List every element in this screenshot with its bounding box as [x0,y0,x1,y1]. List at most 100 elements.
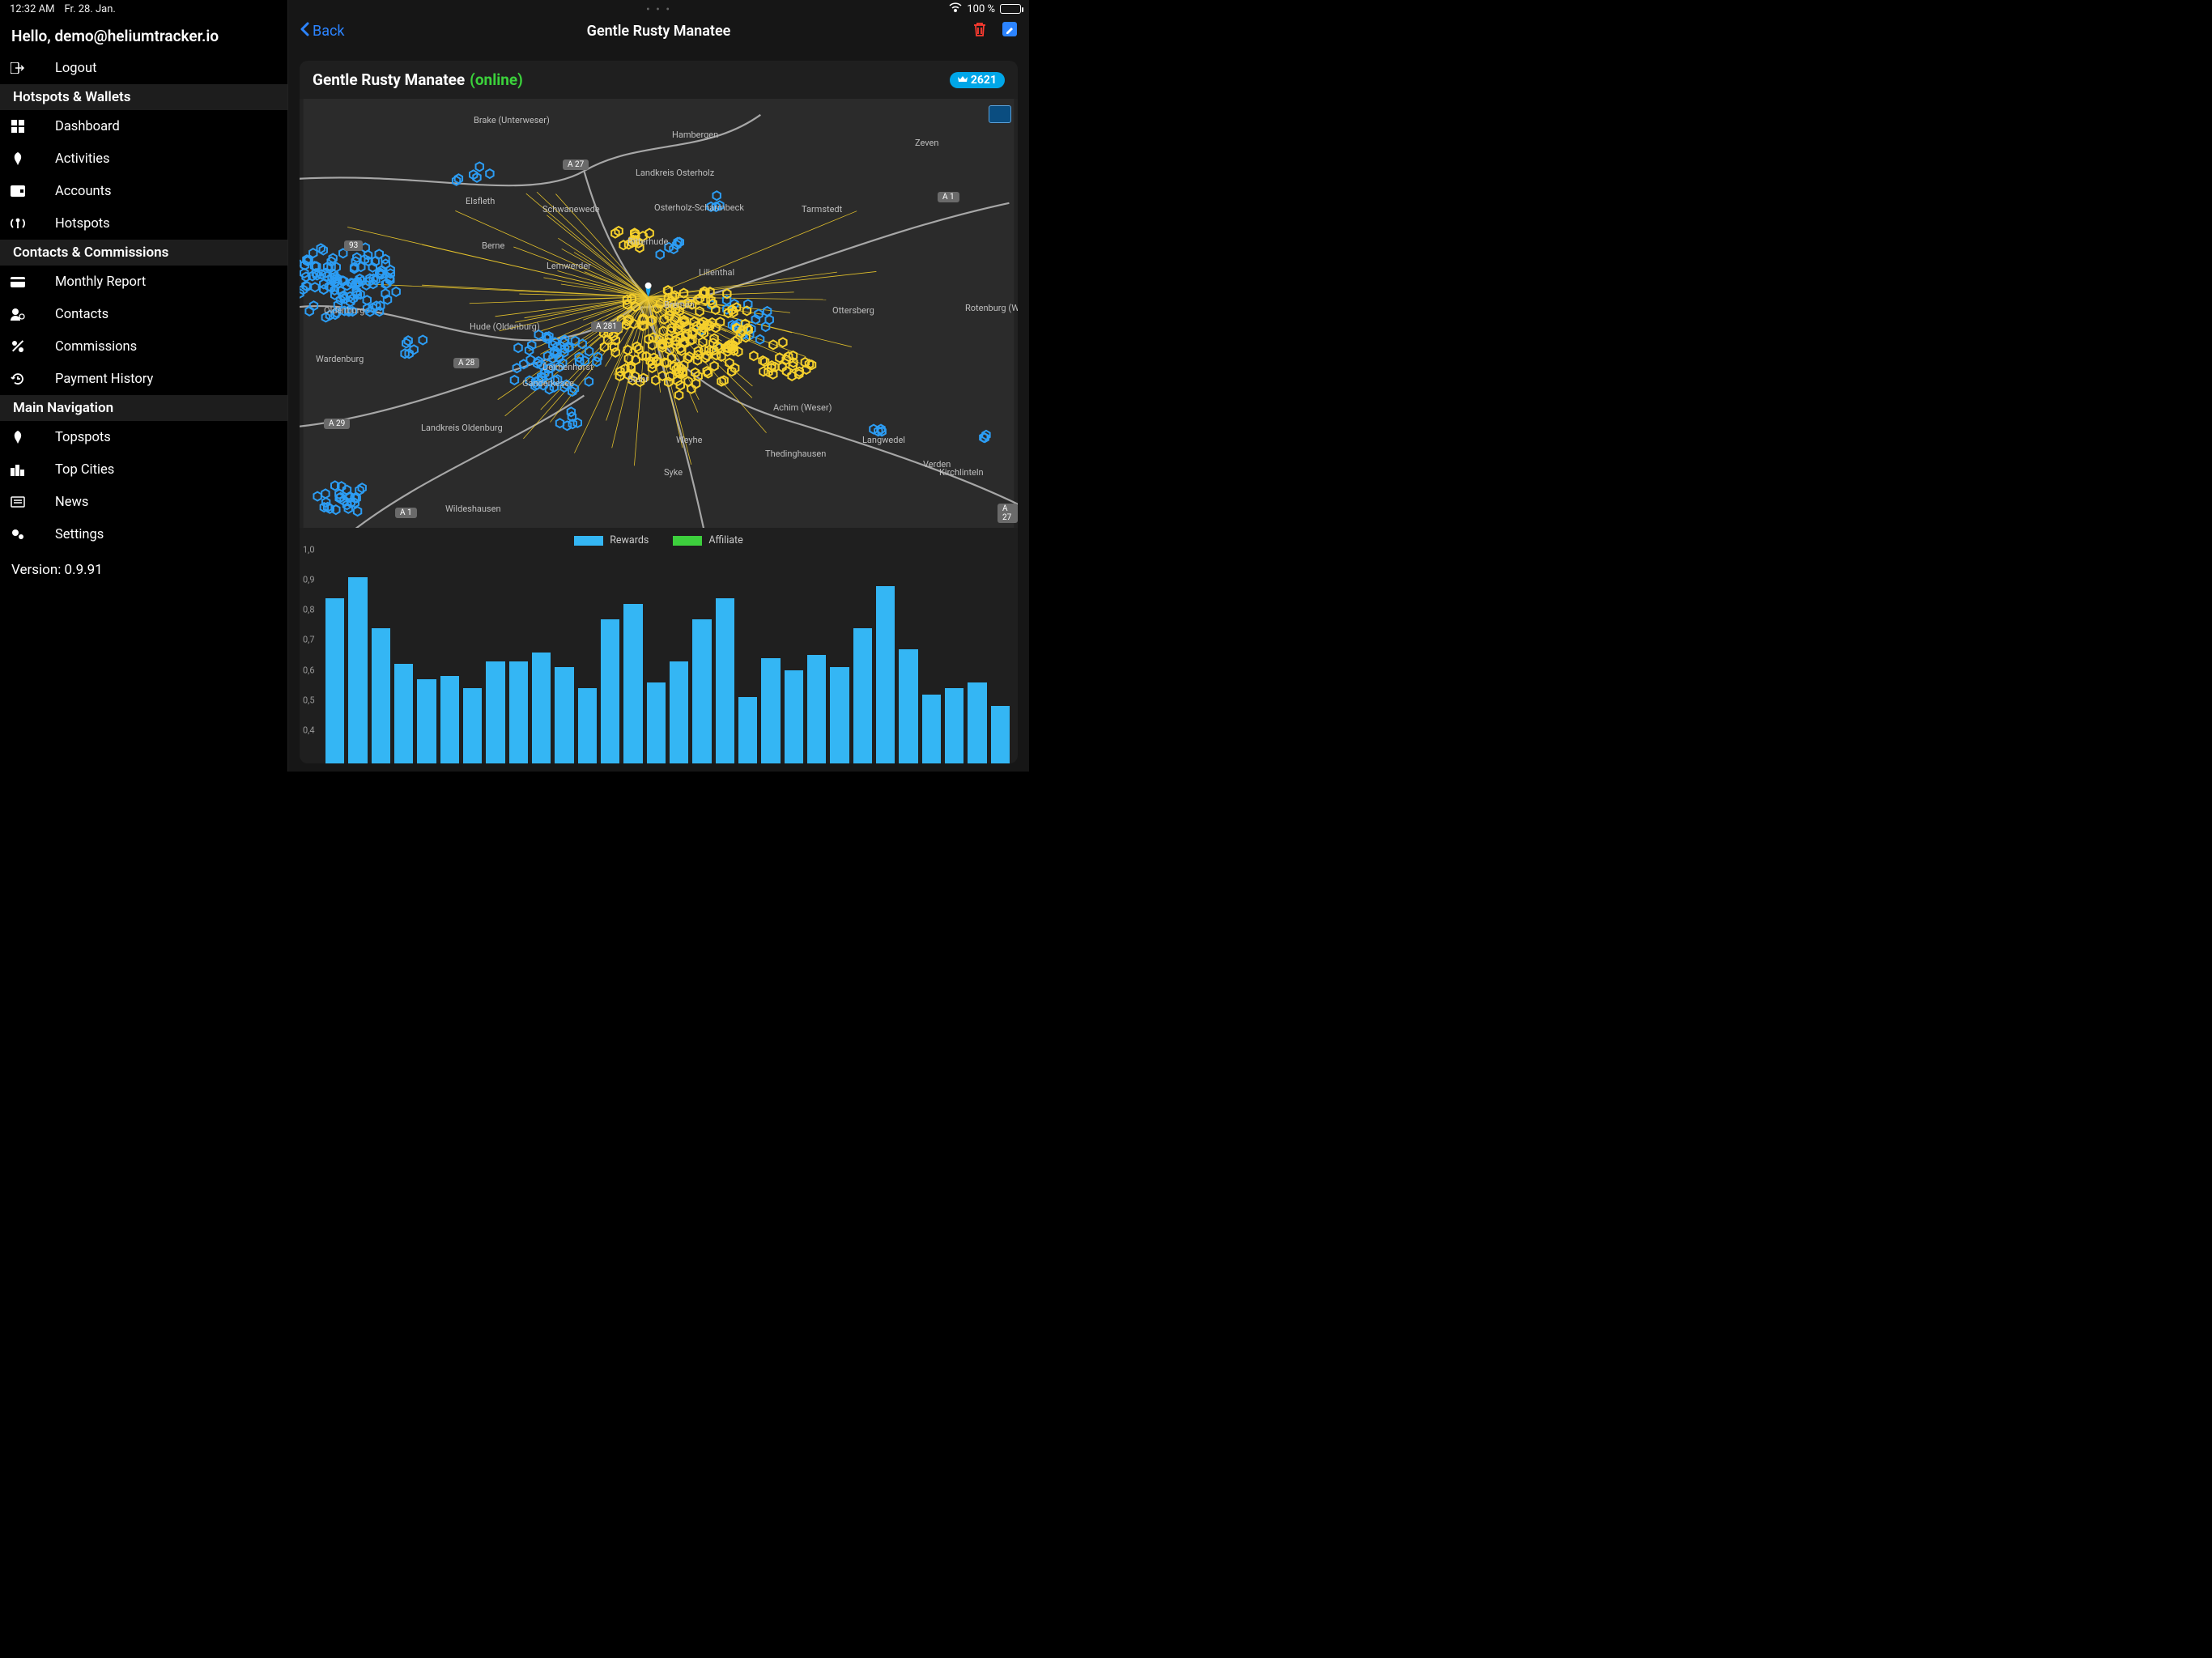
sidebar-item-label: Settings [55,527,104,542]
swatch-icon [574,536,603,546]
bar[interactable] [899,649,917,763]
sidebar-item-settings[interactable]: Settings [0,518,287,551]
bar[interactable] [692,619,711,763]
bar[interactable] [670,661,688,763]
drag-handle-icon[interactable]: • • • [288,0,1029,16]
sidebar-item-label: Payment History [55,372,153,387]
sidebar-item-monthly-report[interactable]: Monthly Report [0,266,287,298]
legend-label: Affiliate [708,534,742,546]
sidebar-item-accounts[interactable]: Accounts [0,175,287,207]
sidebar-item-topspots[interactable]: Topspots [0,421,287,453]
bar[interactable] [853,628,872,763]
road-shield: A 27 [563,159,589,170]
road-shield: A 29 [324,419,350,429]
bar[interactable] [555,667,573,763]
status-time: 12:32 AM [10,3,54,15]
bar[interactable] [394,664,413,763]
bar[interactable] [991,706,1010,763]
sidebar-item-dashboard[interactable]: Dashboard [0,110,287,142]
map[interactable]: Brake (Unterweser)HambergenZevenLandkrei… [300,99,1018,528]
bar[interactable] [509,661,528,763]
battery-icon [1000,4,1021,14]
chevron-left-icon [300,21,311,41]
bar[interactable] [417,679,436,763]
wifi-icon [949,2,962,15]
sidebar-item-top-cities[interactable]: Top Cities [0,453,287,486]
topbar: Back Gentle Rusty Manatee [288,16,1029,53]
rocket-icon [8,149,28,168]
back-button[interactable]: Back [300,21,345,41]
legend-affiliate[interactable]: Affiliate [673,534,742,546]
bar[interactable] [325,598,344,763]
bar[interactable] [647,682,666,763]
y-tick: 0,6 [303,665,315,675]
bar[interactable] [372,628,390,763]
bar[interactable] [761,658,780,763]
sidebar-item-news[interactable]: News [0,486,287,518]
rank-value: 2621 [971,74,997,87]
battery-percent: 100 % [967,3,995,15]
legend-rewards[interactable]: Rewards [574,534,649,546]
bar[interactable] [922,695,941,763]
sidebar-item-payment-history[interactable]: Payment History [0,363,287,395]
crown-icon [958,74,968,87]
road-shield: 93 [344,240,363,251]
main-pane: 100 % • • • Back Gentle Rusty Manatee [288,0,1029,772]
status-bar: 12:32 AM Fr. 28. Jan. [0,0,287,15]
sidebar-item-label: Top Cities [55,462,114,478]
logout-icon [8,58,28,78]
bar[interactable] [807,655,826,763]
hotspot-card: Gentle Rusty Manatee (online) 2621 [300,61,1018,763]
bar[interactable] [486,661,504,763]
card-header: Gentle Rusty Manatee (online) 2621 [300,61,1018,99]
road-shield: A 27 [998,504,1018,523]
wallet-icon [8,181,28,201]
sidebar-item-commissions[interactable]: Commissions [0,330,287,363]
sidebar-item-label: News [55,495,88,510]
y-tick: 1,0 [303,545,315,555]
bar[interactable] [738,697,757,763]
bar[interactable] [830,667,849,763]
delete-button[interactable] [972,21,987,41]
bar[interactable] [876,586,895,763]
sidebar: 12:32 AM Fr. 28. Jan. Hello, demo@helium… [0,0,288,772]
antenna-icon [8,214,28,233]
bar[interactable] [968,682,986,763]
sidebar-item-label: Contacts [55,307,108,322]
sidebar-item-activities[interactable]: Activities [0,142,287,175]
grid-icon [8,117,28,136]
sidebar-item-contacts[interactable]: Contacts [0,298,287,330]
bar[interactable] [578,688,597,763]
sidebar-item-label: Activities [55,151,110,167]
percent-icon [8,337,28,356]
bar[interactable] [532,653,551,763]
rank-badge[interactable]: 2621 [950,72,1005,88]
road-shield: A 1 [395,508,417,518]
y-tick: 0,8 [303,605,315,615]
sidebar-item-label: Dashboard [55,119,120,134]
status-badge: (online) [470,70,523,89]
bar[interactable] [945,688,963,763]
card-icon [8,272,28,291]
y-tick: 0,9 [303,575,315,585]
swatch-icon [673,536,702,546]
back-label: Back [313,23,345,40]
bar[interactable] [440,676,459,763]
sidebar-item-label: Accounts [55,184,112,199]
bar[interactable] [716,598,734,763]
map-photo-toggle[interactable] [989,105,1011,123]
bar[interactable] [348,577,367,763]
bar[interactable] [785,670,803,763]
sidebar-item-hotspots[interactable]: Hotspots [0,207,287,240]
rewards-chart[interactable]: 1,00,90,80,70,60,50,4 [300,550,1018,763]
bar[interactable] [463,688,482,763]
sidebar-item-label: Topspots [55,430,111,445]
logout-button[interactable]: Logout [0,52,287,84]
news-icon [8,492,28,512]
edit-button[interactable] [1002,21,1018,41]
chart-legend: Rewards Affiliate [300,528,1018,550]
legend-label: Rewards [610,534,649,546]
bar[interactable] [601,619,619,763]
bar[interactable] [623,604,642,763]
sidebar-item-label: Hotspots [55,216,110,232]
